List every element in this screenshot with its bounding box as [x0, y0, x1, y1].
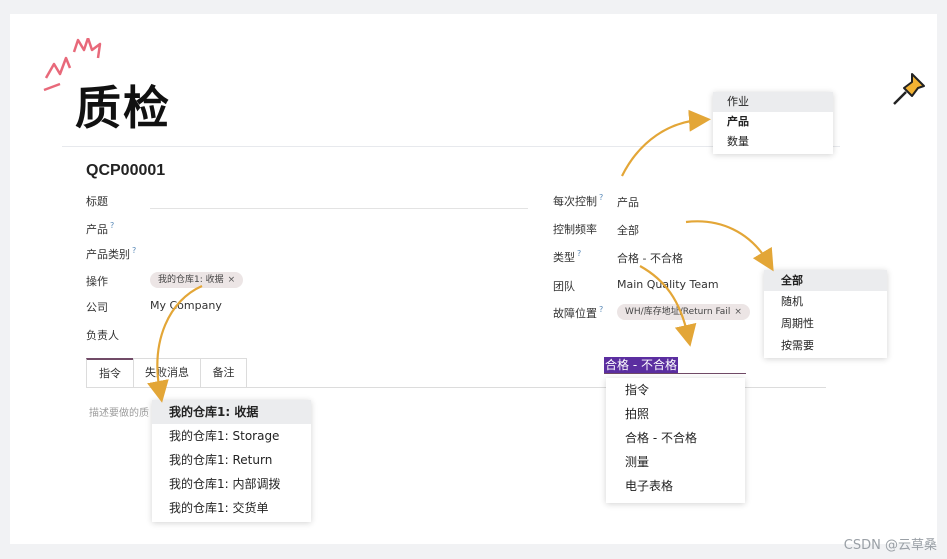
arrow-to-operations: [147, 284, 203, 403]
annotation-arrows: [147, 109, 774, 403]
arrow-to-type: [639, 265, 697, 347]
arrow-to-control-per: [621, 109, 711, 177]
arrow-to-frequency: [685, 220, 774, 272]
watermark: CSDN @云草桑: [843, 538, 937, 553]
